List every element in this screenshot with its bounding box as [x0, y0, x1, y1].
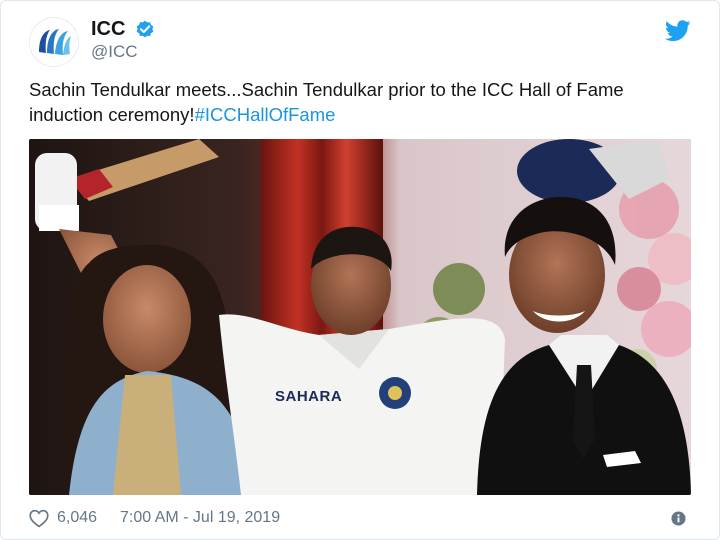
tweet-footer: 6,046 7:00 AM - Jul 19, 2019 [29, 507, 691, 531]
icc-logo-avatar[interactable] [29, 17, 79, 67]
info-icon[interactable] [671, 511, 686, 526]
heart-icon[interactable] [29, 509, 49, 528]
hashtag-link[interactable]: #ICCHallOfFame [195, 104, 336, 125]
account-name[interactable]: ICC [91, 18, 125, 41]
jersey-sponsor-text: SAHARA [275, 388, 343, 405]
icc-logo-icon [32, 20, 76, 64]
tweet-card: ICC @ICC Sachin Tendulkar meets...Sachin… [0, 0, 720, 540]
tweet-photo[interactable]: SAHARA [29, 139, 691, 495]
tweet-timestamp[interactable]: 7:00 AM - Jul 19, 2019 [120, 509, 280, 527]
verified-badge-icon [136, 20, 154, 38]
photo-illustration [29, 139, 691, 495]
account-handle[interactable]: @ICC [91, 42, 138, 62]
like-count[interactable]: 6,046 [57, 509, 97, 527]
twitter-bird-icon[interactable] [665, 20, 691, 42]
tweet-text: Sachin Tendulkar meets...Sachin Tendulka… [29, 77, 699, 127]
